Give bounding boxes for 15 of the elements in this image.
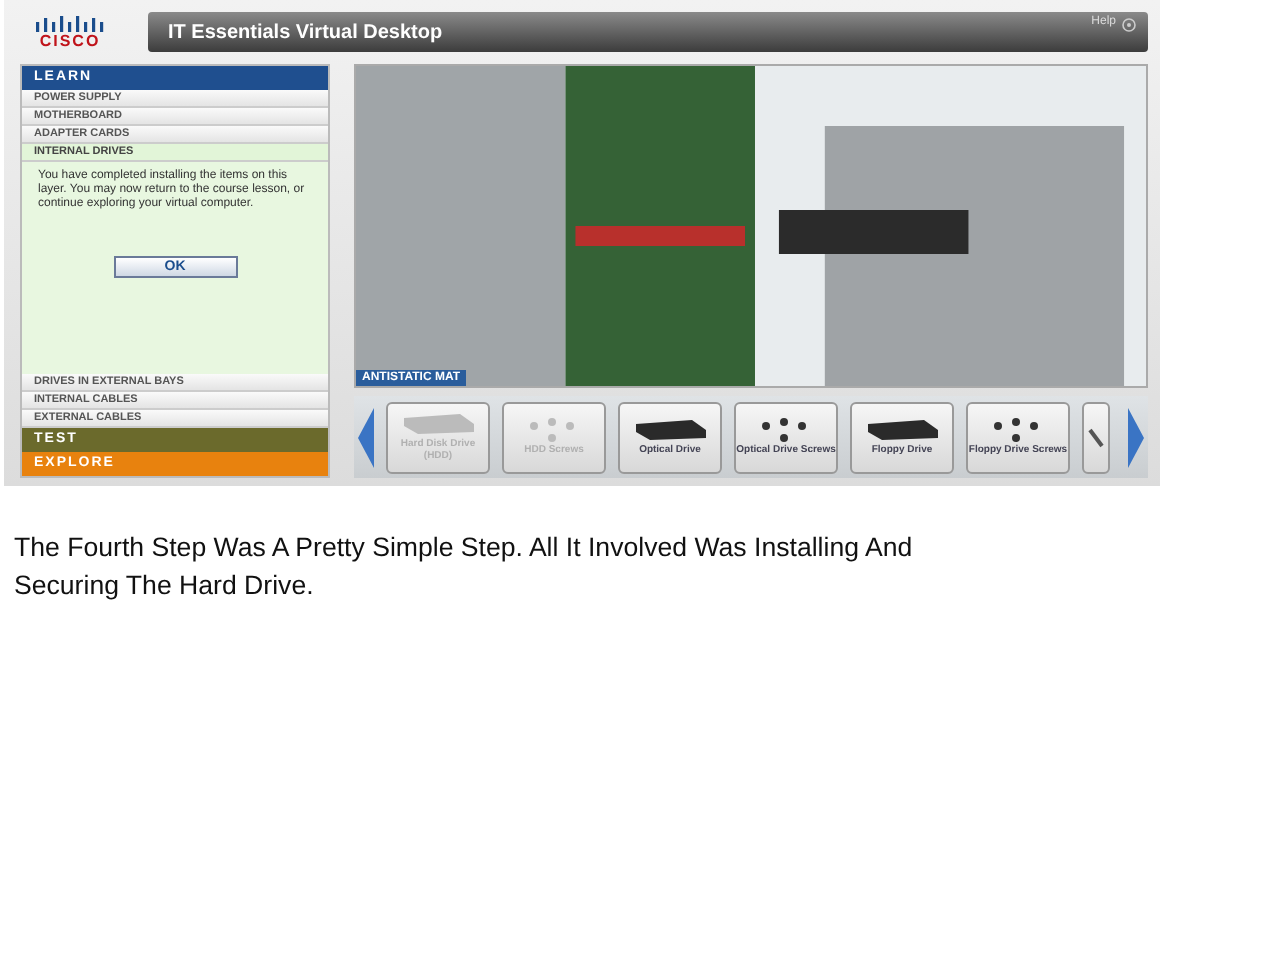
logo-bars-icon (36, 15, 104, 31)
drive-icon (632, 418, 708, 442)
drive-icon (864, 418, 940, 442)
help-icon[interactable] (1122, 18, 1136, 32)
slide-caption: The Fourth Step Was A Pretty Simple Step. All It Involved Was Installing And Securing The Hard Drive. (14, 530, 915, 604)
screws-icon (760, 418, 812, 442)
screws-icon (528, 418, 580, 442)
part-tile[interactable] (1082, 401, 1110, 473)
cable-icon (1088, 427, 1104, 447)
window-title: IT Essentials Virtual Desktop (168, 21, 443, 43)
right-arrow-icon[interactable] (1128, 407, 1144, 467)
drive-icon (400, 412, 476, 436)
left-arrow-icon[interactable] (358, 407, 374, 467)
screws-icon (992, 418, 1044, 442)
logo-text: CISCO (39, 31, 101, 49)
